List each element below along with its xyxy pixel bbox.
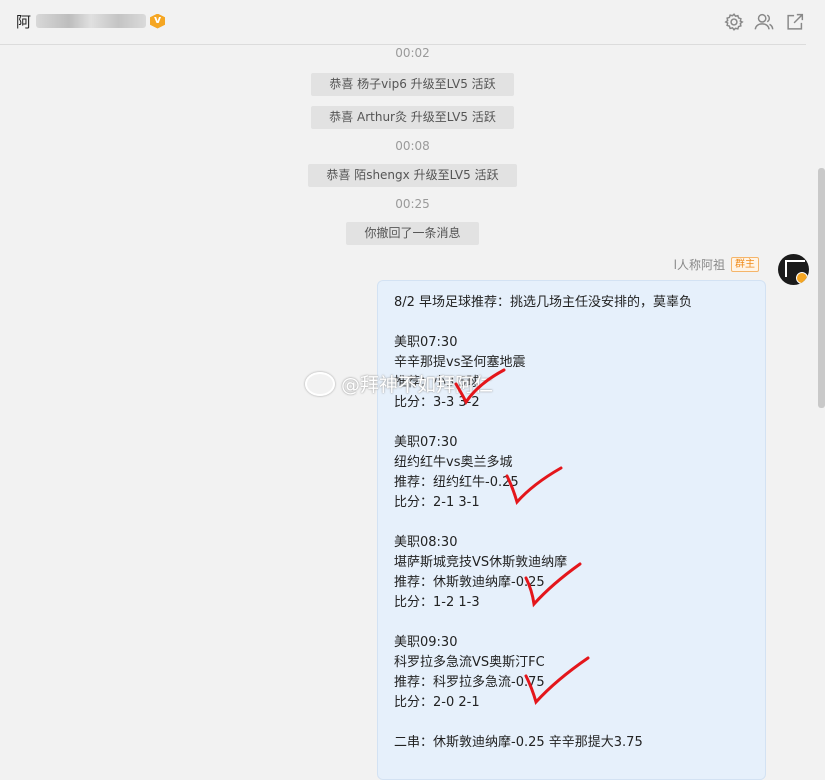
chat-header: 阿: [0, 0, 806, 45]
chat-title-blurred: [36, 14, 147, 28]
weibo-logo-icon: [305, 371, 335, 396]
chat-title-text: 阿: [16, 12, 33, 31]
timestamp: 00:25: [395, 197, 430, 211]
system-message: 恭喜 陌shengx 升级至LV5 活跃: [0, 164, 825, 187]
message-line: 美职08:30: [394, 535, 458, 550]
message-line: 美职09:30: [394, 635, 458, 650]
message-line: 二串：休斯敦迪纳摩-0.25 辛辛那提大3.75: [394, 735, 643, 750]
message-line: 纽约红牛vs奥兰多城: [394, 455, 513, 470]
message-line: 比分：1-2 1-3: [394, 595, 480, 610]
avatar[interactable]: [778, 254, 809, 285]
system-message: 你撤回了一条消息: [0, 222, 825, 245]
chat-title: 阿: [16, 10, 166, 32]
message-line: 美职07:30: [394, 435, 458, 450]
system-message-text: 恭喜 Arthur灸 升级至LV5 活跃: [311, 106, 514, 129]
vip-badge-icon: [150, 13, 166, 29]
message-bubble[interactable]: 8/2 早场足球推荐：挑选几场主任没安排的，莫辜负 美职07:30 辛辛那提vs圣何…: [377, 280, 766, 780]
message-line: 推荐：科罗拉多急流-0.75: [394, 675, 545, 690]
message-line: 堪萨斯城竞技VS休斯敦迪纳摩: [394, 555, 568, 570]
message-line: 比分：2-0 2-1: [394, 695, 480, 710]
message-line: 推荐：小3.5球: [394, 375, 480, 390]
owner-badge: 群主: [731, 257, 759, 272]
timestamp: 00:08: [395, 139, 430, 153]
message-line: 推荐：纽约红牛-0.25: [394, 475, 519, 490]
message-line: 比分：3-3 3-2: [394, 395, 480, 410]
message-line: 科罗拉多急流VS奥斯汀FC: [394, 655, 545, 670]
message-line: 推荐：休斯敦迪纳摩-0.25: [394, 575, 545, 590]
system-message: 恭喜 杨子vip6 升级至LV5 活跃: [0, 73, 825, 96]
external-link-icon[interactable]: [784, 11, 806, 33]
system-message-text: 恭喜 陌shengx 升级至LV5 活跃: [308, 164, 517, 187]
system-message-text: 恭喜 杨子vip6 升级至LV5 活跃: [311, 73, 514, 96]
system-message: 恭喜 Arthur灸 升级至LV5 活跃: [0, 106, 825, 129]
recalled-message-text: 你撤回了一条消息: [346, 222, 479, 245]
message-line: 8/2 早场足球推荐：挑选几场主任没安排的，莫辜负: [394, 295, 693, 310]
vip-dot-icon: [796, 272, 808, 284]
message-line: 比分：2-1 3-1: [394, 495, 480, 510]
sender-info: l人称阿祖 群主: [674, 256, 759, 273]
sender-name[interactable]: l人称阿祖: [674, 256, 725, 273]
message-line: 美职07:30: [394, 335, 458, 350]
message-line: 辛辛那提vs圣何塞地震: [394, 355, 526, 370]
group-members-icon[interactable]: [753, 11, 775, 33]
gear-icon[interactable]: [723, 11, 745, 33]
timestamp: 00:02: [395, 46, 430, 60]
